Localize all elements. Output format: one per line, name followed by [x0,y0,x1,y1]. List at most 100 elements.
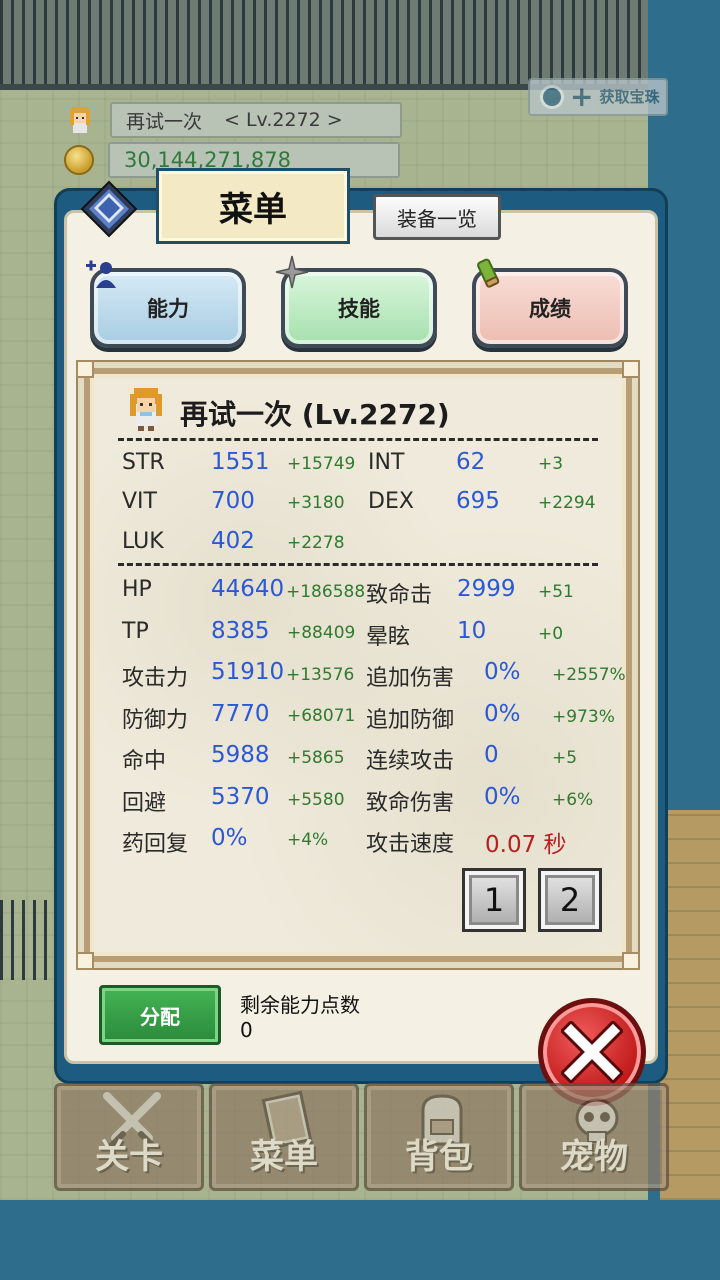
stat-combo-label: 连续攻击 [366,749,455,774]
stat-hit-label: 命中 [122,749,167,774]
stat-crit-damage-bonus: +6% [552,790,594,810]
sparkle-icon [275,255,309,289]
iron-fence-left [0,900,60,980]
tab-record-label: 成绩 [529,297,571,321]
stat-dex-label: DEX [368,489,414,514]
divider [118,438,598,441]
nav-bag-label: 背包 [405,1137,473,1177]
nav-menu-label: 菜单 [250,1137,318,1177]
menu-title: 菜单 [156,168,350,244]
stat-defense-bonus: +68071 [287,706,356,726]
stat-extra-defense-label: 追加防御 [366,708,455,733]
page-1-button[interactable]: 1 [462,868,526,932]
player-level: < Lv.2272 > [224,109,343,131]
remaining-points-value: 0 [240,1018,253,1042]
tab-ability-label: 能力 [147,297,189,321]
nav-stage-label: 关卡 [95,1137,163,1177]
stat-stun-label: 晕眩 [366,625,411,650]
stat-combo-bonus: +5 [552,748,578,768]
nav-menu-button[interactable]: 菜单 [209,1083,359,1191]
nav-pet-label: 宠物 [560,1137,628,1177]
stat-tp-label: TP [122,619,149,644]
stat-attack-label: 攻击力 [122,666,189,691]
nav-pet-button[interactable]: 宠物 [519,1083,669,1191]
player-name: 再试一次 [126,110,203,133]
assign-points-button[interactable]: 分配 [99,985,221,1045]
stat-crit-damage-label: 致命伤害 [366,791,455,816]
hud-player-row: 再试一次 < Lv.2272 > [64,102,402,138]
player-avatar-icon [70,107,90,133]
stat-int-bonus: +3 [538,454,564,474]
stat-combo-value: 0 [484,742,499,768]
stat-extra-damage-bonus: +2557% [552,665,626,685]
add-person-icon [86,260,116,288]
stat-potion-bonus: +4% [287,830,329,850]
close-icon [561,1021,623,1083]
stat-attack-value: 51910 [211,659,285,685]
stat-critical-bonus: +51 [538,582,574,602]
character-avatar-icon [130,388,162,431]
stat-vit-value: 700 [211,488,255,514]
get-orb-label: 获取宝珠 [599,87,660,106]
stat-potion-value: 0% [211,825,248,851]
stat-stun-value: 10 [457,618,487,644]
stat-str-value: 1551 [211,449,270,475]
stat-luk-label: LUK [122,529,164,554]
stat-critical-label: 致命击 [366,583,433,608]
nav-stage-button[interactable]: 关卡 [54,1083,204,1191]
stat-dex-value: 695 [456,488,500,514]
gold-coin-icon [64,145,94,175]
stat-attack-bonus: +13576 [286,665,355,685]
stat-stun-bonus: +0 [538,624,564,644]
page-2-button[interactable]: 2 [538,868,602,932]
stat-int-value: 62 [456,449,486,475]
stat-vit-bonus: +3180 [287,493,345,513]
stat-evade-value: 5370 [211,784,270,810]
stat-extra-defense-bonus: +973% [552,707,615,727]
bottom-water [0,1200,720,1280]
orb-icon [540,85,564,109]
stat-str-label: STR [122,450,165,475]
stat-hp-bonus: +186588 [286,582,366,602]
stat-tp-value: 8385 [211,618,270,644]
plus-icon: + [570,80,594,113]
remaining-points-label: 剩余能力点数 [240,993,360,1017]
menu-book-icon [80,180,138,238]
stat-extra-damage-label: 追加伤害 [366,666,455,691]
stat-defense-label: 防御力 [122,708,189,733]
parchment-corner [622,360,640,378]
stat-hit-bonus: +5865 [287,748,345,768]
stat-crit-damage-value: 0% [484,784,521,810]
stat-attack-speed-value: 0.07 秒 [485,832,567,858]
wooden-dock [660,810,720,1200]
stat-extra-defense-value: 0% [484,701,521,727]
character-name: 再试一次 (Lv.2272) [180,398,450,431]
scroll-icon [477,258,500,288]
stat-extra-damage-value: 0% [484,659,521,685]
stat-str-bonus: +15749 [287,454,356,474]
player-name-box: 再试一次 < Lv.2272 > [110,102,402,138]
equipment-list-button[interactable]: 装备一览 [373,194,501,240]
tab-skill-label: 技能 [338,297,380,321]
stat-int-label: INT [368,450,405,475]
stat-vit-label: VIT [122,489,157,514]
parchment-corner [76,360,94,378]
stat-critical-value: 2999 [457,576,516,602]
stat-hit-value: 5988 [211,742,270,768]
stat-potion-label: 药回复 [122,832,189,857]
get-orb-button[interactable]: + 获取宝珠 [528,78,668,116]
stat-evade-label: 回避 [122,791,167,816]
stat-defense-value: 7770 [211,701,270,727]
stat-hp-label: HP [122,577,152,602]
stat-dex-bonus: +2294 [538,493,596,513]
stat-luk-bonus: +2278 [287,533,345,553]
stat-luk-value: 402 [211,528,255,554]
parchment-corner [76,952,94,970]
stat-evade-bonus: +5580 [287,790,345,810]
stat-attack-speed-label: 攻击速度 [366,832,455,857]
divider [118,563,598,566]
nav-bag-button[interactable]: 背包 [364,1083,514,1191]
stat-hp-value: 44640 [211,576,285,602]
iron-fence [0,0,648,90]
stat-tp-bonus: +88409 [287,623,356,643]
